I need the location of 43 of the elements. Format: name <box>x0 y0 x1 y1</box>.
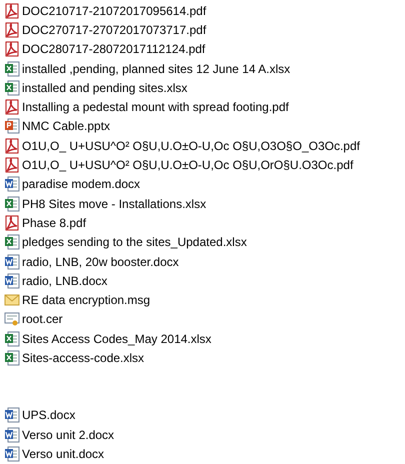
spreadsheet-file-icon <box>4 60 20 77</box>
file-name[interactable]: Verso unit.docx <box>22 446 104 462</box>
file-name[interactable]: DOC280717-28072017112124.pdf <box>22 41 206 58</box>
spreadsheet-file-icon <box>4 330 20 347</box>
file-name[interactable]: installed and pending sites.xlsx <box>22 80 188 96</box>
presentation-file-icon <box>4 118 20 134</box>
spreadsheet-file-icon <box>4 350 20 366</box>
file-name[interactable]: Sites-access-code.xlsx <box>22 350 144 366</box>
file-name[interactable]: Installing a pedestal mount with spread footing.pdf <box>22 99 289 116</box>
file-name[interactable]: radio, LNB, 20w booster.docx <box>22 254 179 270</box>
envelope-icon <box>4 292 20 308</box>
pdf-file-icon <box>4 138 20 154</box>
certificate-icon <box>4 311 20 328</box>
file-name[interactable]: pledges sending to the sites_Updated.xlsx <box>22 234 247 250</box>
pdf-file-icon <box>4 41 20 58</box>
file-name[interactable]: Phase 8.pdf <box>22 214 86 231</box>
pdf-file-icon <box>4 157 20 174</box>
file-name[interactable]: RE data encryption.msg <box>22 292 150 308</box>
file-name[interactable]: O1U,O_ U+USU^O² O§U,U.O±O-U,Oc O§U,O3O§O_O3Oc.pdf <box>22 138 360 154</box>
spreadsheet-file-icon <box>4 234 20 250</box>
pdf-file-icon <box>4 99 20 116</box>
spreadsheet-file-icon <box>4 196 20 212</box>
file-name[interactable]: UPS.docx <box>22 407 76 424</box>
file-name[interactable]: PH8 Sites move - Installations.xlsx <box>22 196 206 212</box>
document-file-icon <box>4 254 20 270</box>
document-file-icon <box>4 272 20 289</box>
file-name[interactable]: Verso unit 2.docx <box>22 426 114 443</box>
document-file-icon <box>4 407 20 424</box>
document-file-icon <box>4 426 20 443</box>
file-name[interactable]: installed ,pending, planned sites 12 June 14 A.xlsx <box>22 60 290 77</box>
pdf-file-icon <box>4 214 20 231</box>
file-name[interactable]: radio, LNB.docx <box>22 272 108 289</box>
file-name[interactable]: root.cer <box>22 311 63 328</box>
document-file-icon <box>4 176 20 192</box>
pdf-file-icon <box>4 2 20 19</box>
file-name[interactable]: NMC Cable.pptx <box>22 118 110 134</box>
spreadsheet-file-icon <box>4 80 20 96</box>
pdf-file-icon <box>4 22 20 38</box>
file-name[interactable]: Sites Access Codes_May 2014.xlsx <box>22 330 212 347</box>
file-name[interactable]: DOC210717-21072017095614.pdf <box>22 2 206 19</box>
file-name[interactable]: DOC270717-27072017073717.pdf <box>22 22 206 38</box>
file-name[interactable]: paradise modem.docx <box>22 176 140 192</box>
file-name[interactable]: O1U,O_ U+USU^O² O§U,U.O±O-U,Oc O§U,OrO§U.O3Oc.pdf <box>22 157 354 174</box>
